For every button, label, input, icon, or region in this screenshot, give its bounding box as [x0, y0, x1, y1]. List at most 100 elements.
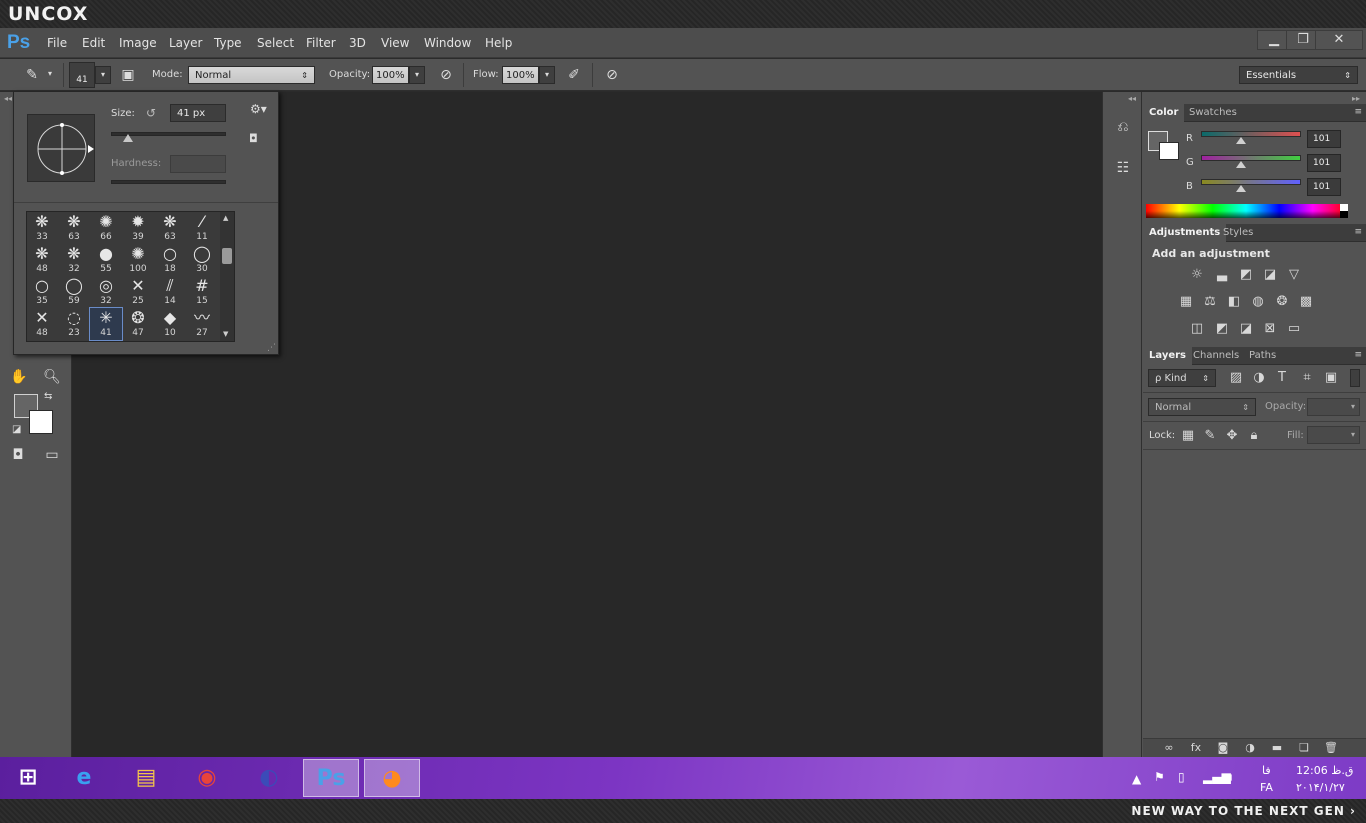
brightness-icon[interactable]: ☼ [1189, 268, 1205, 282]
pressure-size-icon[interactable]: ⊘ [602, 65, 622, 85]
tab-layers[interactable]: Layers [1143, 347, 1192, 365]
channel-slider-thumb[interactable] [1236, 185, 1246, 192]
collapse-dock-icon[interactable]: ◂◂ [1128, 94, 1136, 103]
menu-image[interactable]: Image [119, 36, 157, 50]
menu-3d[interactable]: 3D [349, 36, 366, 50]
brush-preset-item[interactable]: ⁄ 11 [186, 212, 218, 244]
brush-preset-item[interactable]: ✳ 41 [89, 307, 123, 341]
menu-edit[interactable]: Edit [82, 36, 105, 50]
eclipse-icon[interactable]: ◐ [241, 759, 297, 797]
background-color-swatch[interactable] [29, 410, 53, 434]
tab-styles[interactable]: Styles [1217, 224, 1259, 242]
history-panel-icon[interactable]: ⎌ [1113, 117, 1133, 137]
color-balance-icon[interactable]: ⚖ [1202, 295, 1218, 309]
filter-pixel-icon[interactable]: ▨ [1228, 371, 1244, 385]
menu-select[interactable]: Select [257, 36, 294, 50]
brush-preset-item[interactable]: ✹ 39 [122, 212, 154, 244]
workspace-select[interactable]: Essentials ⇕ [1239, 66, 1358, 84]
lock-image-icon[interactable]: ✎ [1202, 429, 1218, 443]
filter-adjustment-icon[interactable]: ◑ [1251, 371, 1267, 385]
layer-opacity-input[interactable]: ▾ [1307, 398, 1360, 416]
brush-preset-item[interactable]: ✕ 48 [26, 308, 58, 340]
swap-colors-icon[interactable]: ⇆ [44, 391, 52, 402]
tab-adjustments[interactable]: Adjustments [1143, 224, 1227, 242]
color-lookup-icon[interactable]: ▩ [1298, 295, 1314, 309]
spectrum-black-chip[interactable] [1340, 211, 1348, 218]
battery-icon[interactable]: ▯ [1178, 770, 1185, 784]
channel-slider-thumb[interactable] [1236, 161, 1246, 168]
link-layers-icon[interactable]: ∞ [1161, 741, 1177, 755]
language-indicator-rtl[interactable]: فا [1262, 764, 1271, 777]
collapse-tools-icon[interactable]: ◂◂ [4, 94, 12, 103]
tab-paths[interactable]: Paths [1243, 347, 1282, 365]
menu-type[interactable]: Type [214, 36, 242, 50]
channel-mixer-icon[interactable]: ❂ [1274, 295, 1290, 309]
flow-dropdown[interactable]: ▾ [539, 66, 555, 84]
brush-preset-item[interactable]: ○ 18 [154, 244, 186, 276]
menu-filter[interactable]: Filter [306, 36, 336, 50]
file-explorer-icon[interactable]: ▤ [118, 759, 174, 797]
size-input[interactable]: 41 px [170, 104, 226, 122]
hardness-input[interactable] [170, 155, 226, 173]
language-indicator[interactable]: FA [1260, 781, 1273, 794]
tab-channels[interactable]: Channels [1187, 347, 1245, 365]
brush-tool-icon[interactable]: ✎ [22, 65, 42, 85]
tray-clock-date[interactable]: ۲۰۱۴/۱/۲۷ [1296, 781, 1345, 794]
layer-blend-mode-select[interactable]: Normal ⇕ [1148, 398, 1256, 416]
brush-preset-item[interactable]: ◌ 23 [58, 308, 90, 340]
brush-preset-item[interactable]: 〰 27 [186, 308, 218, 340]
lock-all-icon[interactable]: 🔒︎ [1246, 429, 1262, 443]
lock-position-icon[interactable]: ✥ [1224, 429, 1240, 443]
brush-list-scroll-thumb[interactable] [222, 248, 232, 264]
expand-panels-icon[interactable]: ▸▸ [1352, 94, 1360, 103]
adjustments-panel-menu-icon[interactable]: ≡ [1354, 227, 1362, 237]
default-colors-icon[interactable]: ◪ [12, 424, 21, 435]
scroll-up-icon[interactable]: ▲ [223, 214, 228, 222]
selective-color-icon[interactable]: ⊠ [1262, 322, 1278, 336]
black-white-icon[interactable]: ◧ [1226, 295, 1242, 309]
brush-preset-item[interactable]: ❋ 63 [58, 212, 90, 244]
spectrum-white-chip[interactable] [1340, 204, 1348, 211]
menu-help[interactable]: Help [485, 36, 512, 50]
chrome-icon[interactable]: ◉ [179, 759, 235, 797]
brush-preset-item[interactable]: ✕ 25 [122, 276, 154, 308]
levels-icon[interactable]: ▃ [1214, 268, 1230, 282]
channel-slider-track[interactable] [1201, 179, 1301, 185]
brush-preset-item[interactable]: ◯ 59 [58, 276, 90, 308]
brush-preset-item[interactable]: ◎ 32 [90, 276, 122, 308]
brush-preset-item[interactable]: ✺ 66 [90, 212, 122, 244]
hardness-slider-track[interactable] [111, 180, 226, 184]
brush-preset-item[interactable]: ○ 35 [26, 276, 58, 308]
group-icon[interactable]: ▬ [1269, 741, 1285, 755]
gradient-map-icon[interactable]: ▭ [1286, 322, 1302, 336]
brush-preset-item[interactable]: ⫽ 14 [154, 276, 186, 308]
new-brush-preset-icon[interactable]: ◘ [249, 132, 258, 145]
color-panel-background-swatch[interactable] [1159, 142, 1179, 160]
brush-preset-item[interactable]: #15 [186, 276, 218, 308]
opacity-dropdown[interactable]: ▾ [409, 66, 425, 84]
action-center-flag-icon[interactable]: ⚑ [1154, 770, 1165, 784]
brush-settings-gear-icon[interactable]: ⚙︎▾ [250, 102, 267, 116]
fill-input[interactable]: ▾ [1307, 426, 1360, 444]
brush-preset-item[interactable]: ❋ 63 [154, 212, 186, 244]
new-layer-icon[interactable]: ❏ [1296, 741, 1312, 755]
photoshop-icon[interactable]: Ps [303, 759, 359, 797]
hue-saturation-icon[interactable]: ▦ [1178, 295, 1194, 309]
fx-icon[interactable]: fx [1188, 741, 1204, 755]
network-signal-icon[interactable]: ▂▄▆ [1203, 770, 1231, 784]
menu-window[interactable]: Window [424, 36, 471, 50]
windows-start-icon[interactable]: ⊞ [0, 759, 56, 797]
show-hidden-icons-icon[interactable]: ▲ [1132, 772, 1141, 786]
opacity-input[interactable]: 100% [372, 66, 409, 84]
filter-toggle[interactable] [1350, 369, 1360, 387]
delete-layer-icon[interactable]: 🗑 [1323, 741, 1339, 755]
volume-icon[interactable]: 🔈︎ [1228, 770, 1235, 785]
brush-preset-item[interactable]: ❋ 33 [26, 212, 58, 244]
pressure-opacity-icon[interactable]: ⊘ [436, 65, 456, 85]
tray-clock-time[interactable]: 12:06 ق.ظ [1296, 764, 1353, 777]
curves-icon[interactable]: ◩ [1238, 268, 1254, 282]
brush-preset-item[interactable]: ◆ 10 [154, 308, 186, 340]
filter-type-icon[interactable]: T [1274, 371, 1290, 385]
channel-value-input[interactable]: 101 [1307, 178, 1341, 196]
vibrance-icon[interactable]: ▽ [1286, 268, 1302, 282]
